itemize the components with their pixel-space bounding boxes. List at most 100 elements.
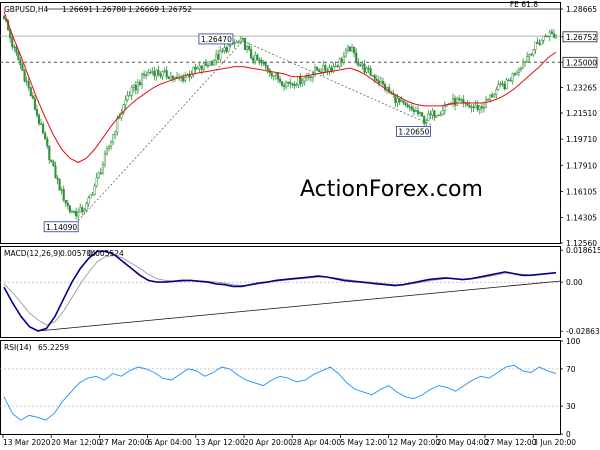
- candle-body: [147, 72, 150, 76]
- price-candle: [37, 112, 41, 127]
- price-candle: [542, 35, 545, 44]
- candle-body: [128, 95, 131, 97]
- price-candle: [519, 66, 523, 73]
- candle-body: [163, 70, 166, 72]
- price-candle: [316, 66, 319, 72]
- price-candle: [188, 70, 191, 82]
- price-candle: [305, 72, 308, 82]
- price-candle: [167, 75, 170, 80]
- price-candle: [480, 102, 483, 113]
- price-candle: [29, 86, 32, 97]
- candle-body: [56, 177, 59, 180]
- candle-body: [416, 110, 420, 115]
- price-candle: [400, 96, 403, 103]
- price-candle: [443, 101, 446, 115]
- candle-body: [93, 185, 96, 195]
- price-candle: [110, 139, 113, 150]
- candle-body: [50, 159, 53, 163]
- candle-body: [379, 81, 382, 84]
- price-candle: [419, 111, 422, 117]
- start-annotation: 1.14090: [43, 221, 79, 233]
- candle-body: [210, 61, 214, 66]
- price-candle: [217, 49, 220, 61]
- price-candle: [534, 41, 537, 54]
- price-candle: [143, 70, 146, 79]
- price-candle: [56, 175, 59, 185]
- candle-body: [363, 63, 366, 73]
- price-candle: [346, 44, 350, 54]
- candle-body: [182, 77, 185, 82]
- price-candle: [482, 102, 485, 113]
- candle-body: [165, 70, 168, 78]
- price-candle: [101, 161, 104, 176]
- price-candle: [388, 84, 391, 94]
- price-candle: [497, 80, 500, 91]
- candle-body: [301, 80, 304, 84]
- price-candle: [293, 81, 296, 90]
- price-header-value: 1.26780: [95, 5, 126, 14]
- candle-body: [377, 80, 380, 84]
- candle-body: [184, 76, 187, 82]
- candle-body: [169, 75, 172, 80]
- candle-body: [62, 189, 65, 201]
- candle-body: [198, 65, 201, 69]
- price-candle: [50, 159, 53, 163]
- price-candle: [330, 65, 333, 74]
- price-candle: [25, 76, 28, 86]
- price-candle: [309, 75, 312, 82]
- price-candle: [58, 178, 61, 191]
- price-candle: [478, 105, 481, 115]
- candle-body: [145, 74, 148, 77]
- candle-body: [215, 54, 218, 61]
- price-candle: [198, 62, 201, 73]
- price-panel: ActionForex.com FE 61.8 1.264701.206501.…: [0, 0, 598, 248]
- candle-body: [105, 148, 109, 155]
- candle-body: [155, 70, 158, 77]
- price-candle: [208, 61, 212, 66]
- high-annotation: 1.26470: [198, 33, 234, 45]
- candle-body: [107, 146, 111, 150]
- price-candle: [215, 50, 218, 66]
- price-candle: [266, 65, 269, 74]
- price-candle: [258, 57, 261, 65]
- macd-trend-line: [37, 280, 561, 332]
- candle-body: [297, 76, 300, 85]
- price-axis-marker: 1.25000: [562, 56, 598, 68]
- price-candle: [79, 203, 82, 213]
- candle-body: [132, 84, 135, 88]
- price-axis: 1.28665 1.26752 1.25000 1.23265 1.21510 1.197…: [560, 5, 598, 248]
- candle-body: [517, 69, 520, 73]
- price-candle: [322, 60, 325, 76]
- time-tick-label: 12 May 20:00: [389, 438, 441, 447]
- price-tick-label: 1.19710: [566, 135, 597, 144]
- candle-body: [497, 84, 500, 91]
- price-candle: [256, 53, 259, 61]
- candle-body: [313, 67, 317, 74]
- candle-body: [99, 172, 102, 174]
- candle-body: [52, 161, 55, 167]
- candle-body: [429, 113, 432, 116]
- price-candle: [77, 208, 80, 221]
- candle-body: [536, 41, 539, 44]
- candle-body: [60, 189, 63, 191]
- price-candle: [44, 130, 47, 140]
- candle-body: [431, 110, 434, 116]
- price-candle: [429, 110, 432, 120]
- price-candle: [237, 39, 240, 45]
- price-candle: [369, 65, 372, 76]
- price-candle: [243, 37, 247, 51]
- price-candle: [155, 68, 158, 81]
- candle-body: [439, 113, 442, 116]
- candle-body: [412, 109, 415, 113]
- price-candle: [344, 47, 347, 58]
- price-candle: [383, 82, 387, 93]
- candle-body: [48, 145, 51, 161]
- candle-body: [206, 65, 209, 67]
- candle-body: [200, 65, 203, 70]
- price-header-value: 1.26752: [161, 5, 192, 14]
- candle-body: [406, 104, 409, 108]
- candle-body: [484, 99, 488, 108]
- time-tick-label: 28 Apr 04:00: [292, 438, 341, 447]
- price-candle: [528, 53, 531, 62]
- price-candle: [552, 29, 555, 39]
